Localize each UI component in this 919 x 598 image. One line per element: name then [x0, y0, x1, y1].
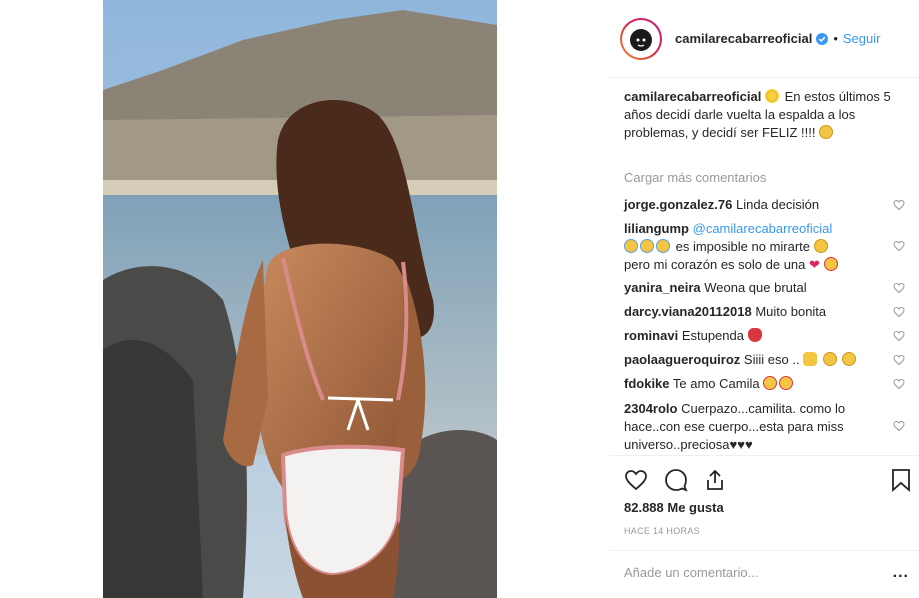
follow-button[interactable]: Seguir [843, 31, 881, 46]
add-comment-input[interactable] [624, 565, 874, 580]
comment-username[interactable]: 2304rolo [624, 401, 677, 416]
comment-bubble-icon[interactable] [663, 468, 689, 492]
wink-kiss-emoji-icon [822, 352, 837, 366]
comment-username[interactable]: paolaagueroquiroz [624, 352, 740, 367]
tears-of-joy-emoji-icon [656, 239, 670, 253]
comment-username[interactable]: yanira_neira [624, 280, 701, 295]
likes-count[interactable]: 82.888 Me gusta [624, 500, 724, 515]
comment-text: Weona que brutal [704, 280, 807, 295]
comment-hearts-suffix: ♥♥♥ [729, 437, 753, 452]
like-comment-heart-icon[interactable] [893, 330, 905, 342]
more-options-icon[interactable]: ... [893, 564, 909, 582]
tears-of-joy-emoji-icon [624, 239, 638, 253]
post-header: camilarecabarreoficial • Seguir [609, 0, 919, 78]
like-comment-heart-icon[interactable] [893, 378, 905, 390]
comment-username[interactable]: fdokike [624, 376, 670, 391]
like-comment-heart-icon[interactable] [893, 354, 905, 366]
comment-text: es imposible no mirarte [675, 239, 811, 254]
avatar-image [622, 19, 660, 58]
post-photo[interactable] [103, 0, 497, 598]
heart-eyes-emoji-icon [823, 257, 838, 271]
comment-item: rominavi Estupenda [624, 327, 892, 345]
comment-text-continued: pero mi corazón es solo de una [624, 257, 806, 272]
header-username[interactable]: camilarecabarreoficial [675, 31, 812, 46]
post-panel: camilarecabarreoficial • Seguir camilare… [609, 0, 919, 598]
comment-username[interactable]: rominavi [624, 328, 678, 343]
red-heart-emoji-icon: ❤ [809, 257, 820, 272]
post-timestamp[interactable]: HACE 14 HORAS [624, 526, 700, 536]
heart-eyes-emoji-icon [779, 376, 794, 390]
comment-item: paolaagueroquiroz Siiii eso .. [624, 351, 892, 369]
kiss-lips-emoji-icon [747, 328, 762, 342]
like-comment-heart-icon[interactable] [893, 199, 905, 211]
verified-badge-icon [816, 32, 829, 45]
comment-username[interactable]: jorge.gonzalez.76 [624, 197, 732, 212]
like-comment-heart-icon[interactable] [893, 420, 905, 432]
post-caption: camilarecabarreoficial En estos últimos … [624, 88, 896, 142]
comment-text: Siiii eso .. [743, 352, 800, 367]
load-more-comments[interactable]: Cargar más comentarios [624, 170, 766, 185]
like-comment-heart-icon[interactable] [893, 282, 905, 294]
comment-item: darcy.viana20112018 Muito bonita [624, 303, 892, 321]
like-comment-heart-icon[interactable] [893, 240, 905, 252]
heart-eyes-emoji-icon [763, 376, 778, 390]
post-image [103, 0, 497, 598]
tears-of-joy-emoji-icon [640, 239, 654, 253]
grin-emoji-icon [819, 125, 834, 139]
separator-dot: • [833, 31, 838, 46]
caption-username[interactable]: camilarecabarreoficial [624, 89, 761, 104]
flexed-biceps-emoji-icon [803, 352, 818, 366]
comment-text: Muito bonita [755, 304, 827, 319]
comment-item: jorge.gonzalez.76 Linda decisión [624, 196, 892, 214]
comment-item: fdokike Te amo Camila [624, 375, 892, 393]
comment-username[interactable]: liliangump [624, 221, 689, 236]
wink-kiss-emoji-icon [842, 352, 857, 366]
avatar[interactable] [620, 17, 662, 60]
grimace-emoji-icon [813, 239, 828, 253]
sun-emoji-icon [764, 89, 779, 103]
like-comment-heart-icon[interactable] [893, 306, 905, 318]
bookmark-icon[interactable] [890, 468, 912, 492]
lion-logo-icon [630, 28, 652, 51]
comment-item: liliangump @camilarecabarreoficial es im… [624, 220, 892, 274]
comment-text: Te amo Camila [672, 376, 760, 391]
comment-mention-link[interactable]: @camilarecabarreoficial [693, 221, 833, 236]
comment-item: 2304rolo Cuerpazo...camilita. como lo ha… [624, 400, 892, 454]
comment-item: yanira_neira Weona que brutal [624, 279, 892, 297]
comment-text: Estupenda [681, 328, 744, 343]
comment-text: Linda decisión [736, 197, 820, 212]
share-icon[interactable] [703, 468, 727, 492]
comment-username[interactable]: darcy.viana20112018 [624, 304, 752, 319]
add-comment-bar: ... [609, 550, 919, 598]
like-heart-icon[interactable] [623, 468, 649, 492]
